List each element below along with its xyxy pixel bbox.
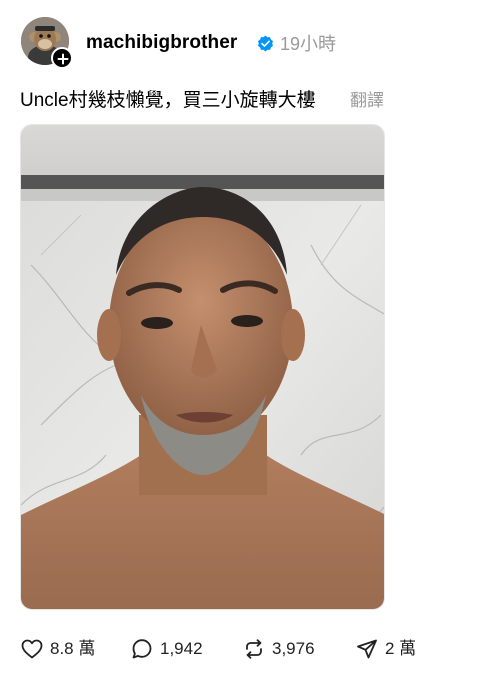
action-bar: 8.8 萬 1,942 3,976 2 萬: [20, 634, 460, 664]
selfie-photo: [21, 125, 384, 609]
reply-button[interactable]: 1,942: [130, 634, 203, 664]
repost-button[interactable]: 3,976: [242, 634, 315, 664]
plus-icon: [57, 53, 69, 65]
reply-count: 1,942: [160, 639, 203, 658]
threads-post: machibigbrother 19小時 Uncle村幾枝懶覺，買三小旋轉大樓 …: [0, 0, 486, 676]
like-count: 8.8 萬: [50, 639, 96, 658]
username-link[interactable]: machibigbrother: [86, 31, 237, 55]
post-image[interactable]: [20, 124, 385, 610]
follow-plus-button[interactable]: [51, 47, 73, 69]
send-paper-plane-icon: [357, 639, 377, 659]
translate-button[interactable]: 翻譯: [350, 89, 384, 113]
like-button[interactable]: 8.8 萬: [20, 634, 95, 664]
repost-arrows-icon: [246, 639, 262, 659]
share-button[interactable]: 2 萬: [355, 634, 416, 664]
post-timestamp: 19小時: [280, 34, 337, 54]
comment-bubble-icon: [132, 639, 152, 659]
heart-icon: [21, 639, 43, 659]
repost-count: 3,976: [272, 639, 315, 658]
verified-badge-icon: [258, 35, 273, 52]
post-caption: Uncle村幾枝懶覺，買三小旋轉大樓: [20, 90, 316, 111]
avatar-container[interactable]: [21, 17, 73, 69]
share-count: 2 萬: [385, 639, 417, 658]
